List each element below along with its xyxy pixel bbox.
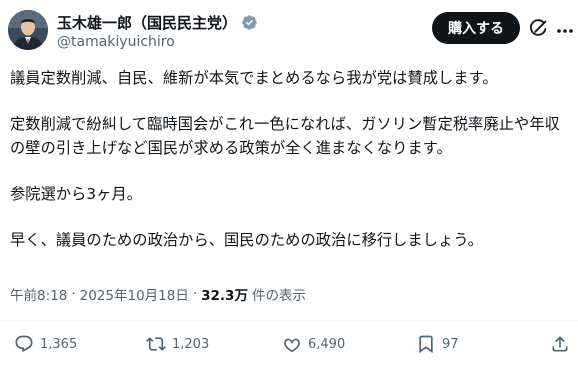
meta-separator: ·	[192, 286, 198, 302]
repost-button[interactable]: 1,203	[146, 334, 209, 354]
repost-count: 1,203	[172, 336, 210, 352]
view-label: 件の表示	[251, 288, 306, 304]
post-paragraph: 早く、議員のための政治から、国民のための政治に移行しましょう。	[10, 231, 484, 249]
post-meta: 午前8:18 · 2025年10月18日 · 32.3万 件の表示	[10, 284, 306, 304]
bookmark-count: 97	[442, 336, 459, 352]
verified-icon[interactable]	[241, 14, 258, 31]
post: 玉木雄一郎（国民民主党） @tamakiyuichiro 購入する 議員定数削減…	[0, 0, 578, 365]
avatar[interactable]	[8, 10, 48, 50]
more-icon[interactable]	[556, 22, 574, 34]
post-paragraph: 議員定数削減、自民、維新が本気でまとめるなら我が党は賛成します。	[10, 69, 498, 87]
like-button[interactable]: 6,490	[282, 334, 345, 354]
view-count[interactable]: 32.3万	[201, 284, 248, 304]
like-icon	[284, 338, 300, 353]
author-name-row: 玉木雄一郎（国民民主党）	[57, 12, 258, 32]
bookmark-button[interactable]: 97	[416, 334, 459, 354]
divider	[0, 320, 578, 321]
bookmark-icon	[419, 335, 433, 354]
post-paragraph: 定数削減で紛糾して臨時国会がこれ一色になれば、ガソリン暫定税率廃止や年収の壁の引…	[10, 115, 560, 157]
reply-count: 1,365	[40, 336, 78, 352]
post-paragraph: 参院選から3ヶ月。	[10, 185, 143, 203]
share-icon	[552, 336, 568, 352]
reply-icon	[15, 335, 33, 353]
author-handle[interactable]: @tamakiyuichiro	[57, 34, 175, 50]
post-text: 議員定数削減、自民、維新が本気でまとめるなら我が党は賛成します。 定数削減で紛糾…	[10, 66, 570, 274]
author-display-name[interactable]: 玉木雄一郎（国民民主党）	[57, 12, 237, 33]
grok-icon[interactable]	[528, 17, 550, 39]
share-button[interactable]	[550, 334, 570, 354]
reply-button[interactable]: 1,365	[14, 334, 77, 354]
post-time[interactable]: 午前8:18	[10, 284, 67, 304]
buy-button[interactable]: 購入する	[432, 12, 520, 44]
meta-separator: ·	[71, 286, 76, 302]
repost-icon	[146, 337, 166, 351]
post-date[interactable]: 2025年10月18日	[80, 284, 189, 304]
like-count: 6,490	[308, 336, 346, 352]
